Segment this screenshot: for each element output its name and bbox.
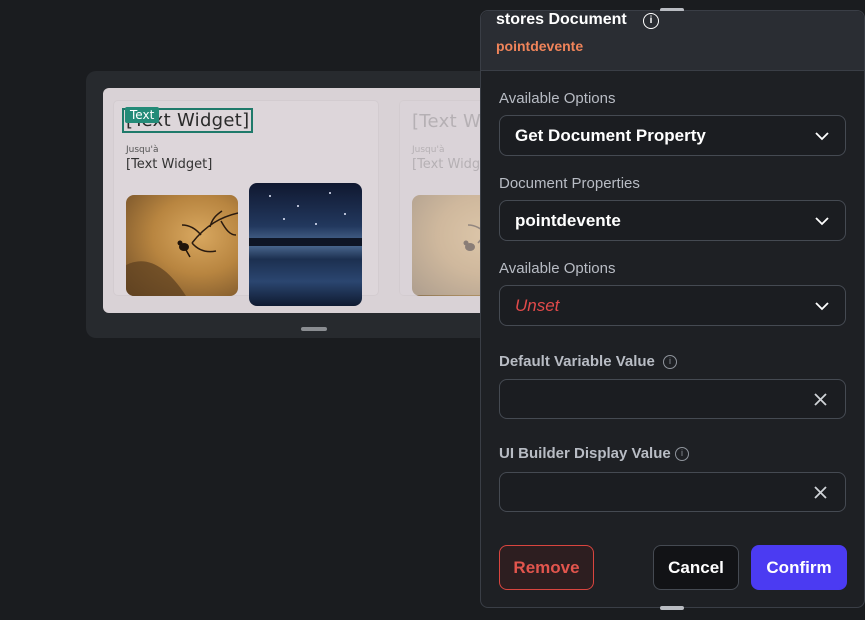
panel-header: stores Document i pointdevente [481, 11, 864, 71]
ui-builder-display-input[interactable] [499, 472, 846, 512]
info-icon[interactable]: i [675, 447, 689, 461]
info-icon[interactable]: i [663, 355, 677, 369]
confirm-button[interactable]: Confirm [751, 545, 847, 590]
available-options-label: Available Options [499, 260, 616, 277]
document-properties-label: Document Properties [499, 175, 640, 192]
variable-panel: stores Document i pointdevente Available… [480, 8, 865, 610]
chevron-down-icon [815, 132, 829, 141]
cancel-button[interactable]: Cancel [653, 545, 739, 590]
selected-widget-tag: Text [125, 107, 160, 123]
preview-screen: [Text Widget] Text Jusqu'à [Text Widget] [103, 88, 506, 313]
bird-branch-image[interactable] [126, 195, 238, 296]
close-icon[interactable] [814, 393, 827, 406]
available-options-select[interactable]: Get Document Property [499, 115, 846, 156]
remove-button[interactable]: Remove [499, 545, 594, 590]
night-sky-lake-image[interactable] [249, 183, 362, 306]
default-variable-label: Default Variable Value [499, 353, 655, 370]
panel-title: stores Document [496, 11, 627, 28]
available-options-select[interactable]: Unset [499, 285, 846, 326]
available-options-value: Unset [515, 296, 560, 315]
until-label: Jusqu'à [126, 145, 159, 155]
panel-subtitle: pointdevente [496, 38, 584, 54]
device-resize-handle[interactable] [301, 327, 327, 331]
available-options-value: Get Document Property [515, 126, 706, 145]
preview-card[interactable]: [Text Widget] Text Jusqu'à [Text Widget] [113, 100, 379, 306]
chevron-down-icon [815, 302, 829, 311]
document-properties-value: pointdevente [515, 211, 621, 230]
default-variable-input[interactable] [499, 379, 846, 419]
text-widget-sub[interactable]: [Text Widget] [126, 157, 212, 172]
panel-drag-handle[interactable] [660, 606, 684, 610]
available-options-label: Available Options [499, 90, 616, 107]
document-properties-select[interactable]: pointdevente [499, 200, 846, 241]
device-preview: [Text Widget] Text Jusqu'à [Text Widget] [86, 71, 506, 338]
info-icon[interactable]: i [643, 13, 659, 29]
chevron-down-icon [815, 217, 829, 226]
close-icon[interactable] [814, 486, 827, 499]
ui-builder-display-label: UI Builder Display Value [499, 445, 671, 462]
